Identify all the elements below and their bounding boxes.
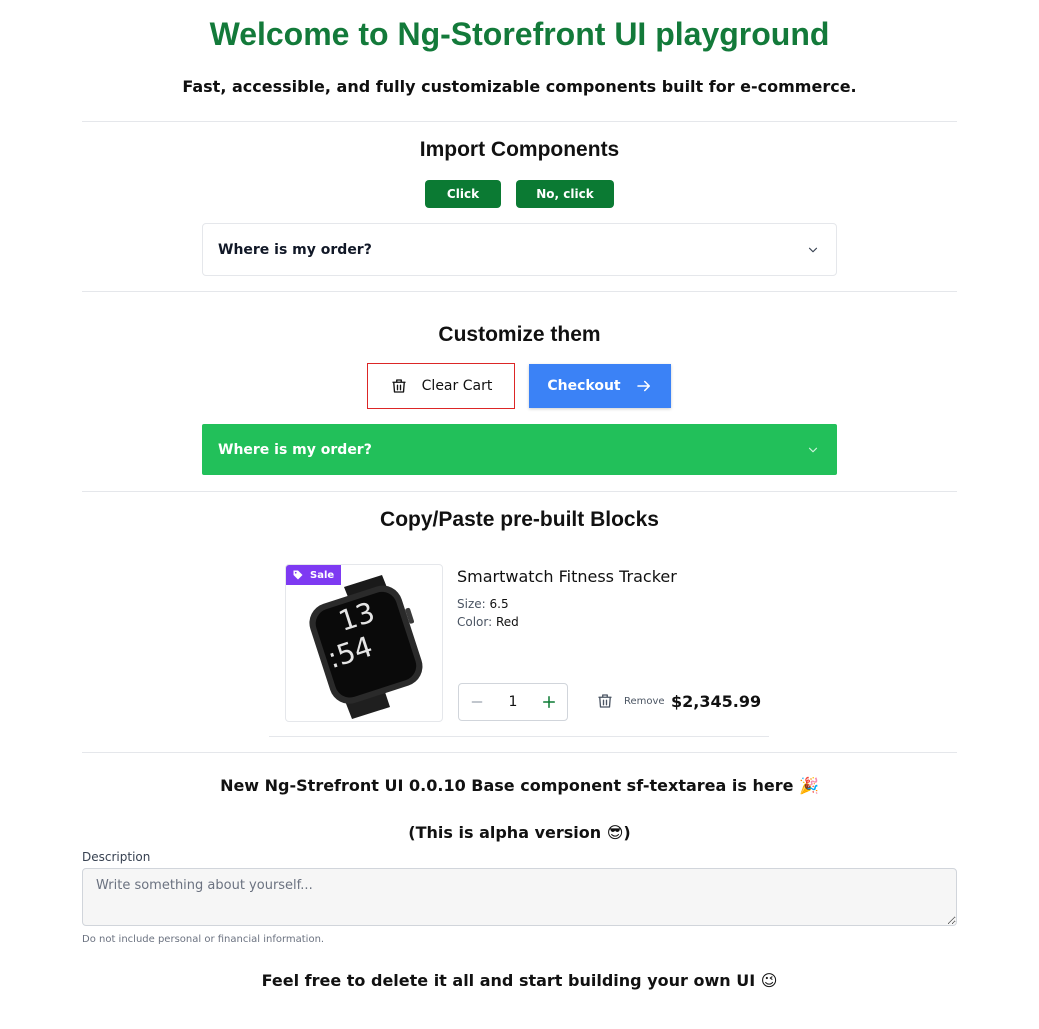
- product-image[interactable]: 13 :54 Sale: [285, 564, 443, 722]
- product-color: Color: Red: [457, 615, 519, 629]
- product-size: Size: 6.5: [457, 597, 509, 611]
- size-label: Size:: [457, 597, 486, 611]
- checkout-label: Checkout: [547, 378, 621, 394]
- sale-badge: Sale: [286, 565, 342, 585]
- chevron-down-icon: [808, 247, 818, 252]
- divider: [82, 752, 957, 753]
- product-divider: [269, 736, 769, 737]
- alpha-note: (This is alpha version 😎): [408, 823, 631, 842]
- product-name[interactable]: Smartwatch Fitness Tracker: [457, 567, 677, 586]
- clear-cart-button[interactable]: Clear Cart: [367, 363, 515, 409]
- customize-section-title: Customize them: [438, 323, 601, 346]
- accordion-label: Where is my order?: [218, 241, 372, 258]
- clear-cart-label: Clear Cart: [421, 378, 493, 394]
- import-section-title: Import Components: [419, 138, 620, 161]
- arrow-right-icon: [636, 380, 650, 392]
- click-me-button[interactable]: Click me!: [425, 180, 501, 229]
- accordion-label: Where is my order?: [218, 441, 372, 458]
- chevron-down-icon: [808, 447, 818, 452]
- order-accordion-custom[interactable]: Where is my order?: [202, 424, 837, 475]
- quantity-stepper: 1: [458, 683, 568, 721]
- no-click-me-button[interactable]: No, click me!: [516, 180, 614, 229]
- help-text: Do not include personal or financial inf…: [82, 934, 325, 945]
- divider: [82, 121, 957, 122]
- trash-icon: [391, 379, 406, 393]
- quantity-value[interactable]: 1: [509, 694, 518, 710]
- divider: [82, 291, 957, 292]
- increase-button[interactable]: [537, 690, 561, 714]
- blocks-section-title: Copy/Paste pre-built Blocks: [380, 508, 659, 531]
- page-subtitle: Fast, accessible, and fully customizable…: [182, 77, 857, 96]
- trash-icon: [598, 694, 612, 708]
- product-price: $2,345.99: [671, 692, 762, 711]
- size-value: 6.5: [489, 597, 509, 611]
- page-title: Welcome to Ng-Storefront UI playground: [209, 16, 830, 52]
- plus-icon: [542, 696, 555, 708]
- announcement-text: New Ng-Strefront UI 0.0.10 Base componen…: [220, 776, 819, 795]
- sale-badge-label: Sale: [310, 569, 335, 581]
- color-label: Color:: [457, 615, 493, 629]
- checkout-button[interactable]: Checkout: [529, 364, 671, 408]
- remove-label: Remove: [624, 695, 665, 707]
- decrease-button[interactable]: [465, 690, 489, 714]
- smartwatch-image: 13 :54: [309, 575, 423, 719]
- order-accordion[interactable]: Where is my order?: [202, 223, 837, 276]
- description-label: Description: [82, 850, 151, 864]
- footer-text: Feel free to delete it all and start bui…: [261, 971, 778, 990]
- description-textarea[interactable]: [82, 868, 957, 926]
- minus-icon: [471, 701, 483, 703]
- color-value: Red: [496, 615, 519, 629]
- divider: [82, 491, 957, 492]
- tag-icon: [293, 570, 303, 580]
- remove-button[interactable]: Remove: [596, 692, 665, 710]
